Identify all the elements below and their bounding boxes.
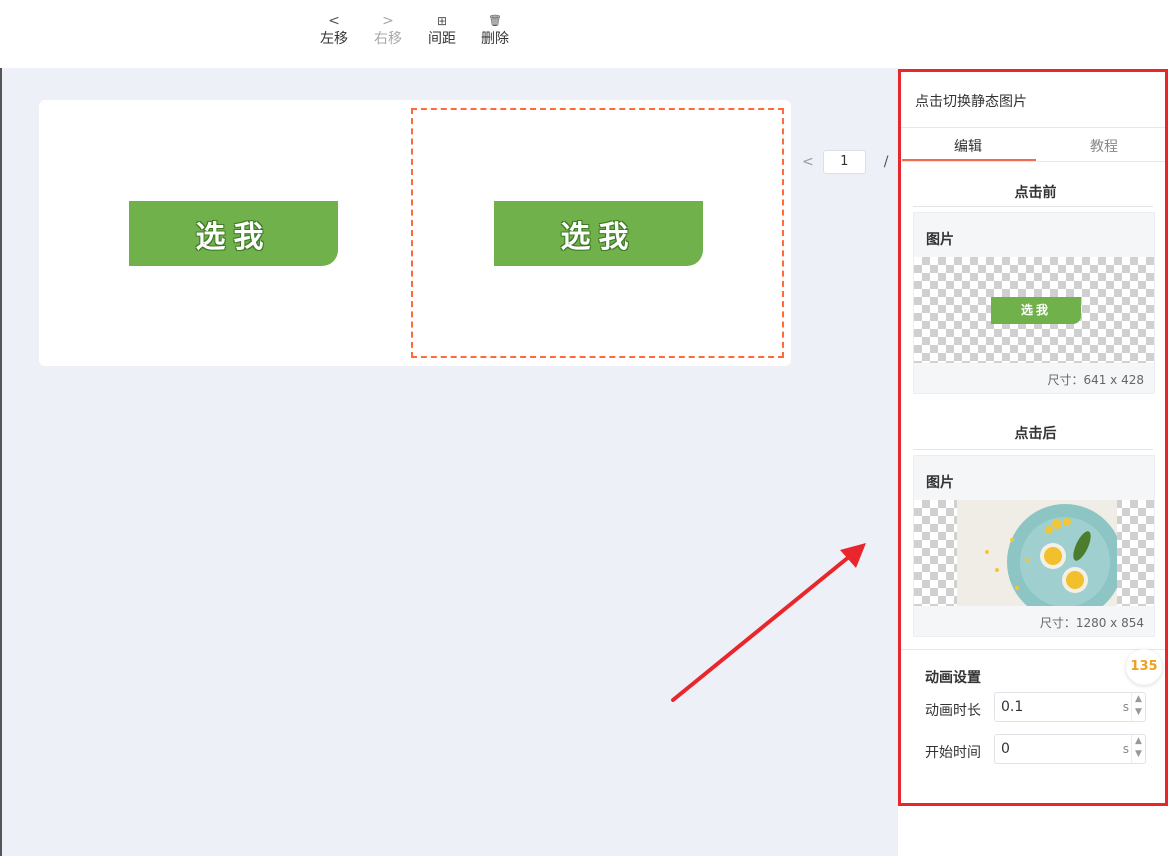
annotation-arrow-icon (671, 543, 866, 702)
